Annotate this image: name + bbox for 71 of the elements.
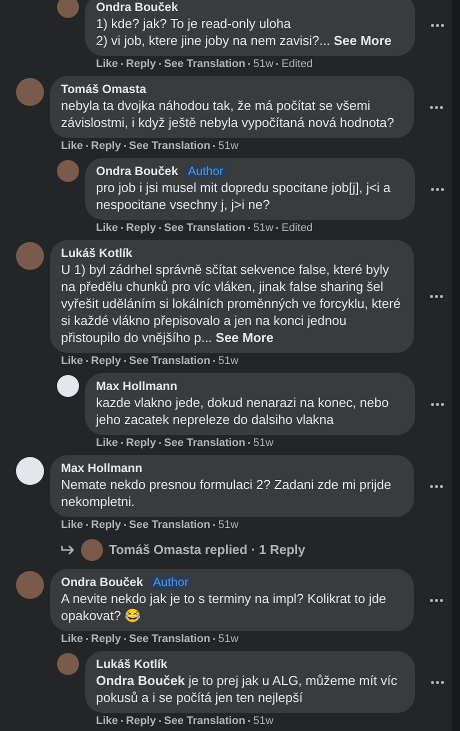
- more-options-icon[interactable]: [431, 402, 444, 406]
- edited-label: Edited: [281, 221, 313, 235]
- more-options-icon[interactable]: [430, 106, 443, 108]
- timestamp: 51w: [218, 632, 238, 646]
- comment-action-link[interactable]: Like: [96, 57, 118, 71]
- more-options-icon[interactable]: [430, 295, 443, 298]
- timestamp: 51w: [253, 436, 274, 450]
- comment-action-link[interactable]: See Translation: [164, 221, 246, 235]
- more-options-icon[interactable]: [431, 680, 444, 684]
- author-name[interactable]: Lukáš Kotlík: [61, 246, 132, 261]
- more-options-icon[interactable]: [430, 484, 443, 488]
- author-badge: Author: [149, 575, 192, 590]
- author-name[interactable]: Tomáš Omasta: [61, 82, 146, 97]
- author-name[interactable]: Ondra Bouček: [61, 575, 144, 590]
- timestamp: 51w: [253, 221, 274, 235]
- comment-action-link[interactable]: Like: [96, 436, 118, 450]
- more-options-icon[interactable]: [431, 188, 444, 190]
- comment-action-link[interactable]: Reply: [126, 221, 156, 235]
- timestamp: 51w: [253, 57, 274, 71]
- avatar-silhouette[interactable]: [16, 457, 44, 485]
- more-options-icon[interactable]: [430, 598, 443, 602]
- comment-action-link[interactable]: Like: [61, 354, 84, 368]
- timestamp: 51w: [218, 518, 238, 532]
- comment-text: U 1) byl zádrhel správně sčítat sekvence false, které byly na předělu chunků pro víc vláken, jinak false sharing šel vyřešit uděláním si lokálních proměnných ve forcyklu, které si každé vlákno přepisovalo a jen na konci jednou přistoupilo do vnějšího p... See More: [61, 261, 402, 346]
- comment-action-link[interactable]: Like: [61, 139, 84, 153]
- reply-arrow-icon: [61, 545, 75, 555]
- comment-action-link[interactable]: Like: [61, 632, 84, 646]
- comment-action-link[interactable]: See Translation: [164, 714, 246, 728]
- comment-action-link[interactable]: Like: [96, 714, 118, 728]
- comment-action-link[interactable]: See Translation: [128, 632, 210, 646]
- comment-text: 1) kde? jak? To je read-only uloha 2) vi job, ktere jine joby na nem zavisi?... See More: [96, 15, 393, 49]
- comment-action-link[interactable]: Reply: [91, 632, 121, 646]
- comment-action-link[interactable]: See Translation: [164, 57, 246, 71]
- timestamp: 51w: [253, 714, 274, 728]
- comment-text: kazde vlakno jede, dokud nenarazi na konec, nebo jeho zacatek nepreleze do dalsiho vlakna: [96, 394, 390, 428]
- comment-action-link[interactable]: See Translation: [128, 139, 210, 153]
- avatar-photo-placeholder[interactable]: [57, 0, 79, 18]
- avatar-photo-placeholder[interactable]: [57, 160, 79, 182]
- avatar-photo-placeholder: [81, 539, 103, 561]
- timestamp: 51w: [218, 354, 238, 368]
- comment-action-link[interactable]: Reply: [91, 518, 121, 532]
- comment-action-link[interactable]: Reply: [91, 139, 121, 153]
- comment-action-link[interactable]: Like: [61, 518, 84, 532]
- view-replies-link[interactable]: Tomáš Omasta replied · 1 Reply: [109, 540, 306, 560]
- edited-label: Edited: [281, 57, 313, 71]
- avatar-photo-placeholder[interactable]: [16, 571, 44, 599]
- author-badge: Author: [184, 164, 228, 179]
- author-name[interactable]: Ondra Bouček: [96, 164, 178, 179]
- avatar-photo-placeholder[interactable]: [16, 242, 44, 270]
- comment-text: pro job i jsi musel mit dopredu spocitane job[j], j<i a nespocitane vsechny j, j>i ne?: [96, 179, 392, 213]
- comment-text: Ondra Bouček je to prej jak u ALG, můžeme mít víc pokusů a i se počítá jen ten nejlepší: [96, 672, 398, 706]
- comment-text: A nevite nekdo jak je to s terminy na impl? Kolikrat to jde opakovat? 😂: [61, 590, 388, 624]
- comment-action-link[interactable]: Reply: [126, 714, 156, 728]
- author-name[interactable]: Ondra Bouček: [96, 0, 178, 15]
- more-options-icon[interactable]: [431, 24, 444, 26]
- avatar-photo-placeholder[interactable]: [57, 653, 79, 675]
- avatar-silhouette[interactable]: [57, 375, 79, 397]
- comment-action-link[interactable]: Reply: [126, 436, 156, 450]
- comment-action-link[interactable]: Reply: [91, 354, 121, 368]
- comment-action-link[interactable]: See Translation: [128, 518, 210, 532]
- comment-text: nebyla ta dvojka náhodou tak, že má počítat se všemi závislostmi, i když ještě nebyla vypočítaná nová hodnota?: [61, 97, 396, 131]
- comment-action-link[interactable]: Like: [96, 221, 118, 235]
- comment-action-link[interactable]: See Translation: [164, 436, 246, 450]
- avatar-photo-placeholder[interactable]: [16, 78, 44, 106]
- author-name[interactable]: Lukáš Kotlík: [96, 657, 168, 672]
- author-name[interactable]: Max Hollmann: [96, 379, 178, 394]
- timestamp: 51w: [218, 139, 238, 153]
- author-name[interactable]: Max Hollmann: [61, 461, 142, 476]
- comment-text: Nemate nekdo presnou formulaci 2? Zadani zde mi prijde nekompletni.: [61, 476, 392, 510]
- comment-action-link[interactable]: See Translation: [128, 354, 210, 368]
- comment-action-link[interactable]: Reply: [126, 57, 156, 71]
